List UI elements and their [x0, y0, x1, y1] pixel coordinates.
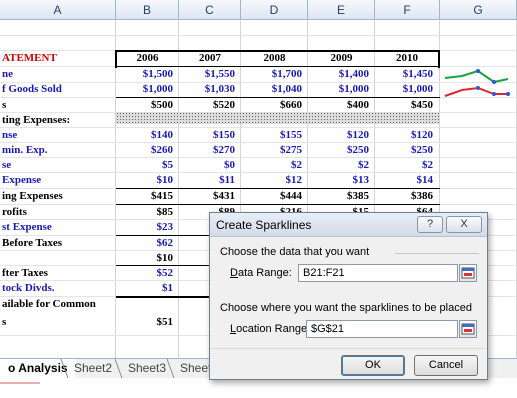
year-2006[interactable]: 2006 [116, 51, 179, 66]
data-range-label: Data Range: [230, 267, 292, 279]
row-value[interactable]: $10 [116, 173, 174, 188]
year-2008[interactable]: 2008 [241, 51, 308, 66]
year-2009[interactable]: 2009 [308, 51, 375, 66]
row-value[interactable]: $250 [308, 143, 369, 158]
row-value[interactable]: $14 [375, 173, 434, 188]
row-value[interactable]: $1,000 [308, 82, 369, 97]
row-value[interactable]: $270 [179, 143, 235, 158]
row-label[interactable]: ing Expenses [2, 189, 114, 204]
year-2007[interactable]: 2007 [179, 51, 241, 66]
row-value[interactable]: $13 [308, 173, 370, 188]
row-value[interactable]: $275 [241, 143, 302, 158]
row-value[interactable]: $0 [179, 158, 235, 173]
row-value[interactable]: $500 [116, 98, 173, 113]
row-value[interactable]: $150 [179, 128, 235, 143]
data-range-input[interactable]: B21:F21 [298, 264, 458, 282]
row-label[interactable]: f Goods Sold [2, 82, 114, 97]
row-value[interactable]: $1,000 [375, 82, 433, 97]
row-value[interactable]: $1 [116, 281, 173, 296]
row-label[interactable]: st Expense [2, 220, 114, 235]
row-value[interactable]: $250 [375, 143, 433, 158]
row-label[interactable]: rofits [2, 205, 114, 220]
location-range-label: Location Range: [230, 323, 311, 335]
col-header-f[interactable]: F [375, 0, 440, 20]
row-label[interactable]: ne [2, 67, 114, 82]
row-value[interactable]: $11 [179, 173, 235, 188]
row-value[interactable]: $140 [116, 128, 173, 143]
row-value[interactable]: $1,450 [375, 67, 433, 82]
border-eat [116, 296, 211, 298]
row-value[interactable]: $12 [241, 173, 303, 188]
ok-button[interactable]: OK [341, 355, 405, 376]
row-label[interactable]: min. Exp. [2, 143, 114, 158]
col-header-e[interactable]: E [308, 0, 375, 20]
cancel-button[interactable]: Cancel [414, 355, 478, 376]
row-value[interactable]: $1,500 [116, 67, 173, 82]
row-value[interactable]: $51 [116, 315, 174, 330]
row-value[interactable]: $85 [116, 205, 174, 220]
col-header-g[interactable]: G [440, 0, 517, 20]
location-range-collapse-icon[interactable] [459, 320, 477, 338]
row-value[interactable]: $120 [308, 128, 369, 143]
tab-sheet2[interactable]: Sheet2 [66, 359, 120, 378]
row-value[interactable]: $385 [308, 189, 369, 204]
section-location-label: Choose where you want the sparklines to … [220, 302, 472, 314]
row-value[interactable]: $2 [308, 158, 369, 173]
row-value[interactable]: $400 [308, 98, 369, 113]
col-header-b[interactable]: B [116, 0, 179, 20]
row-label[interactable]: ailable for Common [2, 297, 114, 312]
row-label[interactable]: se [2, 158, 114, 173]
location-range-input[interactable]: $G$21 [306, 320, 458, 338]
row-value[interactable]: $62 [116, 236, 174, 251]
statement-title[interactable]: ATEMENT [2, 51, 114, 66]
year-2010[interactable]: 2010 [375, 51, 439, 66]
row-value[interactable]: $444 [241, 189, 302, 204]
row-label[interactable]: fter Taxes [2, 266, 114, 281]
row-value[interactable]: $1,030 [179, 82, 235, 97]
tab-sheet3[interactable]: Sheet3 [120, 359, 174, 378]
row-value[interactable]: $5 [116, 158, 173, 173]
sparklines [444, 69, 510, 97]
row-label[interactable]: Before Taxes [2, 236, 114, 251]
row-value[interactable]: $660 [241, 98, 302, 113]
create-sparklines-dialog: Create Sparklines ? X Choose the data th… [209, 212, 488, 380]
row-value[interactable]: $520 [179, 98, 235, 113]
dialog-title: Create Sparklines [216, 218, 312, 232]
close-button[interactable]: X [446, 216, 482, 233]
row-value[interactable]: $431 [179, 189, 235, 204]
row-value[interactable]: $2 [375, 158, 433, 173]
row-value[interactable]: $1,400 [308, 67, 369, 82]
col-header-a[interactable]: A [0, 0, 116, 20]
col-header-d[interactable]: D [241, 0, 308, 20]
row-label[interactable]: s [2, 98, 114, 113]
help-button[interactable]: ? [417, 216, 443, 233]
pattern-row [116, 112, 439, 124]
row-value[interactable]: $1,000 [116, 82, 173, 97]
row-value[interactable]: $155 [241, 128, 302, 143]
row-value[interactable]: $450 [375, 98, 433, 113]
row-value[interactable]: $10 [116, 251, 174, 266]
row-label[interactable]: nse [2, 128, 114, 143]
data-range-collapse-icon[interactable] [459, 264, 477, 282]
row-value[interactable]: $415 [116, 189, 173, 204]
row-value[interactable]: $23 [116, 220, 174, 235]
row-label[interactable]: Expense [2, 173, 114, 188]
revenue-sparkline [444, 69, 509, 84]
row-label[interactable]: ting Expenses: [2, 113, 114, 128]
section-data-label: Choose the data that you want [220, 246, 370, 258]
row-value[interactable]: $1,550 [179, 67, 235, 82]
row-label[interactable]: tock Divds. [2, 281, 114, 296]
row-value[interactable]: $52 [116, 266, 174, 281]
row-value[interactable]: $2 [241, 158, 302, 173]
row-value[interactable]: $120 [375, 128, 433, 143]
col-header-c[interactable]: C [179, 0, 241, 20]
row-label[interactable]: s [2, 315, 114, 330]
dialog-titlebar[interactable]: Create Sparklines ? X [210, 213, 487, 237]
row-value[interactable]: $1,700 [241, 67, 302, 82]
row-value[interactable]: $1,040 [241, 82, 302, 97]
row-value[interactable]: $260 [116, 143, 173, 158]
row-value[interactable]: $386 [375, 189, 433, 204]
column-header-bar: A B C D E F G [0, 0, 517, 20]
status-area [0, 378, 517, 398]
